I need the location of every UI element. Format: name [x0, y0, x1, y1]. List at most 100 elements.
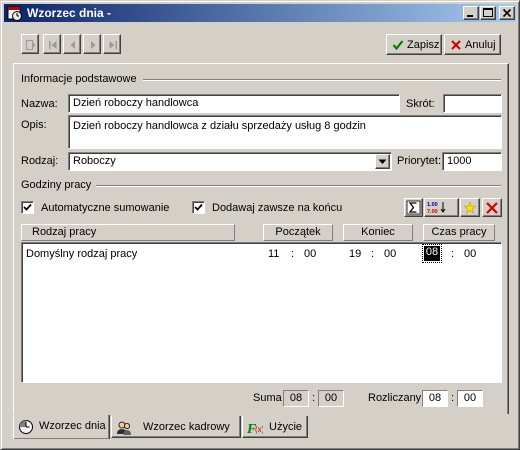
type-select[interactable]: Roboczy	[68, 152, 392, 171]
billed-minutes-value: 00	[463, 392, 477, 404]
cancel-button[interactable]: Anuluj	[444, 34, 501, 55]
row-start-minute[interactable]: 00	[304, 248, 316, 260]
nav-insert-button[interactable]	[21, 34, 39, 54]
short-input[interactable]	[443, 94, 502, 113]
nav-prev-button[interactable]	[63, 34, 81, 54]
row-type-cell: Domyślny rodzaj pracy	[26, 248, 138, 260]
priority-value: 1000	[447, 155, 472, 167]
auto-sum-checkbox[interactable]	[21, 201, 34, 214]
billed-hours-value: 08	[428, 392, 442, 404]
col-header-end-label: Koniec	[361, 226, 395, 238]
sum-minutes-value: 00	[324, 392, 338, 404]
sum-minutes: 00	[318, 390, 344, 407]
description-textarea[interactable]: Dzień roboczy handlowca z działu sprzeda…	[68, 115, 502, 149]
basic-info-heading: Informacje podstawowe	[21, 73, 137, 85]
people-icon	[116, 420, 132, 436]
svg-text:(x): (x)	[255, 425, 263, 434]
first-record-icon	[49, 41, 57, 49]
app-icon	[7, 5, 23, 21]
sort-numbers-icon: 1.00 7.00	[427, 202, 446, 215]
window-title: Wzorzec dnia -	[27, 6, 112, 20]
chevron-down-icon	[378, 159, 387, 164]
save-label: Zapisz	[407, 39, 440, 51]
col-header-type-label: Rodzaj pracy	[32, 226, 97, 238]
row-duration-minute[interactable]: 00	[464, 248, 476, 260]
close-window-button[interactable]	[499, 6, 515, 20]
maximize-icon	[483, 8, 493, 17]
billed-label: Rozliczany	[368, 392, 422, 404]
tab-wzorzec-dnia[interactable]: Wzorzec dnia	[13, 415, 110, 439]
prev-record-icon	[70, 41, 75, 49]
work-hours-table: Domyślny rodzaj pracy 11 : 00 19 : 00 08…	[21, 242, 502, 383]
time-separator: :	[312, 392, 316, 404]
sum-label: Suma	[253, 392, 282, 404]
main-window: Wzorzec dnia - Zapisz Anuluj Informacje	[0, 0, 520, 450]
checkmark-icon	[23, 203, 32, 211]
new-row-button[interactable]	[460, 198, 480, 217]
time-separator: :	[451, 248, 455, 260]
tab-uzycie[interactable]: F (x) Użycie	[242, 416, 308, 438]
priority-input[interactable]: 1000	[442, 152, 502, 171]
insert-record-icon	[26, 40, 36, 50]
time-separator: :	[291, 248, 295, 260]
short-label: Skrót:	[406, 98, 435, 110]
svg-text:1.00: 1.00	[427, 202, 438, 208]
billed-hours-input[interactable]: 08	[422, 390, 448, 407]
function-icon: F (x)	[246, 420, 265, 437]
nav-next-button[interactable]	[83, 34, 101, 54]
title-bar[interactable]: Wzorzec dnia -	[4, 4, 516, 22]
col-header-duration[interactable]: Czas pracy	[423, 224, 495, 241]
col-header-end[interactable]: Koniec	[343, 224, 413, 241]
x-icon	[451, 40, 461, 50]
save-button[interactable]: Zapisz	[386, 34, 442, 55]
time-separator: :	[371, 248, 375, 260]
time-separator: :	[451, 392, 455, 404]
sum-hours-value: 08	[289, 392, 303, 404]
name-label: Nazwa:	[21, 98, 58, 110]
type-value: Roboczy	[73, 155, 116, 167]
nav-last-button[interactable]	[103, 34, 121, 54]
sigma-icon	[406, 200, 421, 215]
name-input[interactable]: Dzień roboczy handlowca	[68, 94, 400, 113]
append-end-checkbox[interactable]	[192, 201, 205, 214]
sort-button[interactable]: 1.00 7.00	[424, 198, 459, 217]
description-label: Opis:	[21, 119, 47, 131]
priority-label: Priorytet:	[397, 155, 442, 167]
delete-row-button[interactable]	[482, 198, 502, 217]
work-hours-heading: Godziny pracy	[21, 179, 92, 191]
nav-first-button[interactable]	[43, 34, 61, 54]
last-record-icon	[109, 41, 117, 49]
svg-text:7.00: 7.00	[427, 209, 438, 215]
tab-label: Użycie	[269, 421, 303, 433]
row-end-minute[interactable]: 00	[384, 248, 396, 260]
tab-label: Wzorzec dnia	[39, 420, 106, 432]
cancel-label: Anuluj	[465, 39, 496, 51]
row-duration-hour[interactable]: 08	[422, 244, 442, 263]
next-record-icon	[91, 41, 96, 49]
work-hours-divider	[96, 185, 501, 187]
table-row[interactable]: Domyślny rodzaj pracy 11 : 00 19 : 00 08…	[22, 243, 501, 265]
row-start-hour[interactable]: 11	[268, 248, 279, 260]
sum-button[interactable]	[404, 198, 423, 217]
check-icon	[392, 40, 404, 51]
sum-hours: 08	[283, 390, 309, 407]
checkmark-icon	[194, 203, 203, 211]
name-value: Dzień roboczy handlowca	[73, 97, 199, 109]
col-header-start-label: Początek	[275, 226, 321, 238]
basic-info-divider	[143, 79, 501, 81]
type-dropdown-button[interactable]	[375, 154, 390, 169]
maximize-button[interactable]	[480, 6, 496, 20]
col-header-duration-label: Czas pracy	[431, 226, 487, 238]
tab-wzorzec-kadrowy[interactable]: Wzorzec kadrowy	[111, 416, 241, 438]
tab-label: Wzorzec kadrowy	[143, 421, 230, 433]
delete-icon	[486, 202, 498, 214]
minimize-button[interactable]	[463, 6, 479, 20]
star-icon	[463, 201, 477, 214]
type-label: Rodzaj:	[21, 155, 59, 167]
col-header-type[interactable]: Rodzaj pracy	[21, 224, 235, 241]
clock-icon	[18, 419, 34, 435]
billed-minutes-input[interactable]: 00	[457, 390, 483, 407]
minimize-icon	[467, 15, 473, 17]
row-end-hour[interactable]: 19	[349, 248, 361, 260]
col-header-start[interactable]: Początek	[263, 224, 333, 241]
